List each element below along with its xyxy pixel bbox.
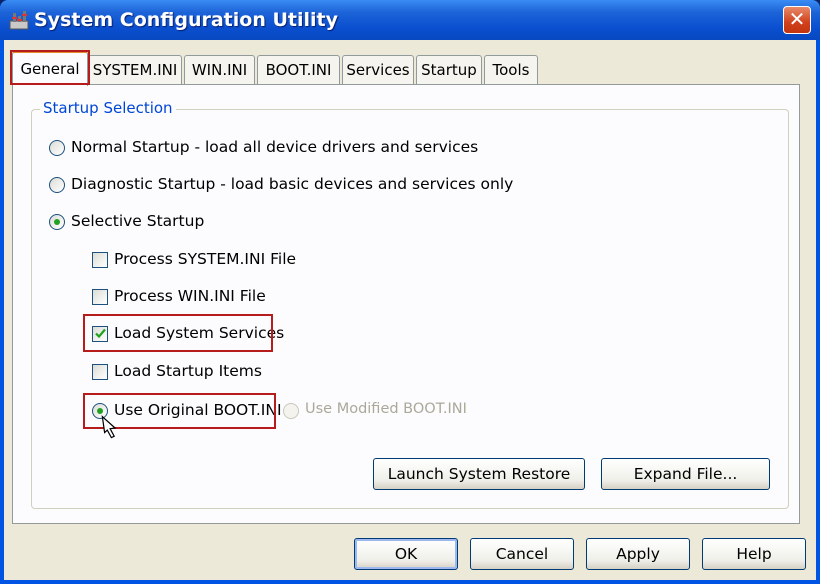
close-icon: ✕ — [788, 7, 806, 31]
ok-label: OK — [394, 545, 418, 563]
dialog-window: System Configuration Utility ✕ General S… — [0, 0, 820, 584]
tab-label: Tools — [492, 61, 530, 79]
load-startup-items-checkbox[interactable] — [92, 364, 108, 380]
use-modified-boot-radio — [283, 403, 299, 419]
tab-boot-ini[interactable]: BOOT.INI — [257, 55, 340, 85]
highlight-general-tab — [10, 50, 90, 85]
launch-system-restore-button[interactable]: Launch System Restore — [373, 458, 585, 490]
cancel-button[interactable]: Cancel — [470, 538, 574, 570]
tab-label: SYSTEM.INI — [92, 61, 178, 79]
tab-label: WIN.INI — [191, 61, 248, 79]
cancel-label: Cancel — [495, 545, 549, 563]
selective-startup-label: Selective Startup — [71, 212, 205, 230]
title-bar[interactable]: System Configuration Utility ✕ — [0, 0, 820, 40]
highlight-load-system-services — [83, 314, 273, 352]
app-icon — [9, 11, 29, 30]
apply-label: Apply — [616, 545, 660, 563]
tab-system-ini[interactable]: SYSTEM.INI — [88, 55, 182, 85]
tab-tools[interactable]: Tools — [484, 55, 538, 85]
normal-startup-label: Normal Startup - load all device drivers… — [71, 138, 479, 156]
use-modified-boot-label: Use Modified BOOT.INI — [305, 401, 467, 417]
help-button[interactable]: Help — [702, 538, 806, 570]
ok-button[interactable]: OK — [354, 538, 458, 570]
tab-startup[interactable]: Startup — [416, 55, 482, 85]
general-tab-panel: Startup Selection Normal Startup - load … — [12, 84, 800, 524]
dialog-client: General SYSTEM.INI WIN.INI BOOT.INI Serv… — [4, 40, 816, 580]
apply-button[interactable]: Apply — [586, 538, 690, 570]
help-label: Help — [736, 545, 772, 563]
tab-win-ini[interactable]: WIN.INI — [184, 55, 255, 85]
process-system-ini-checkbox[interactable] — [92, 252, 108, 268]
tab-label: Startup — [421, 61, 477, 79]
expand-file-button[interactable]: Expand File... — [601, 458, 770, 490]
tab-services[interactable]: Services — [342, 55, 414, 85]
selective-startup-radio[interactable] — [49, 214, 65, 230]
expand-file-label: Expand File... — [633, 465, 738, 483]
process-win-ini-label: Process WIN.INI File — [114, 287, 266, 305]
window-title: System Configuration Utility — [34, 9, 338, 31]
mouse-cursor-icon — [101, 415, 117, 439]
normal-startup-radio[interactable] — [49, 140, 65, 156]
tab-label: Services — [346, 61, 410, 79]
process-win-ini-checkbox[interactable] — [92, 289, 108, 305]
launch-system-restore-label: Launch System Restore — [387, 465, 571, 483]
load-startup-items-label: Load Startup Items — [114, 362, 262, 380]
close-button[interactable]: ✕ — [783, 6, 811, 34]
diagnostic-startup-label: Diagnostic Startup - load basic devices … — [71, 175, 514, 193]
startup-selection-group: Startup Selection — [31, 99, 789, 509]
process-system-ini-label: Process SYSTEM.INI File — [114, 250, 297, 268]
radio-selected-dot — [54, 219, 60, 225]
group-legend: Startup Selection — [40, 99, 176, 117]
diagnostic-startup-radio[interactable] — [49, 177, 65, 193]
tab-label: BOOT.INI — [265, 61, 332, 79]
